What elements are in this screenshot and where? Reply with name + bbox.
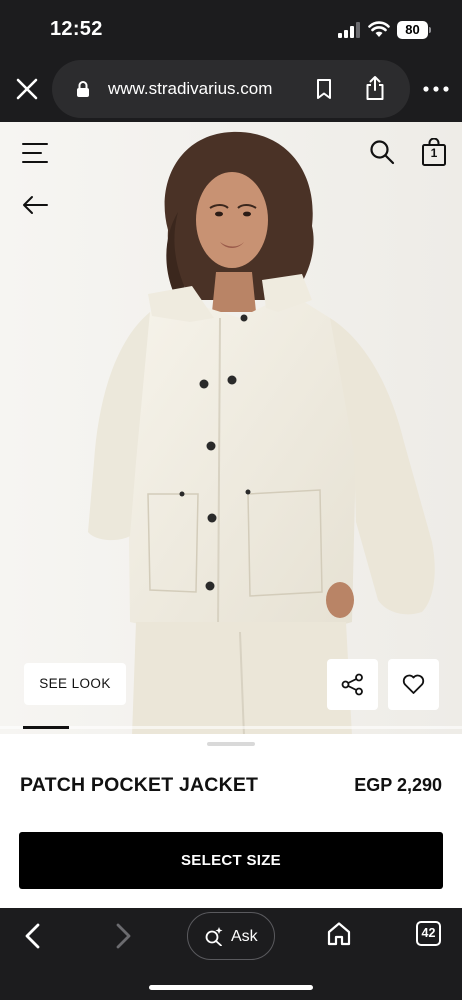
battery-level: 80 — [397, 21, 428, 39]
chevron-left-icon[interactable] — [22, 922, 44, 950]
more-icon[interactable] — [422, 82, 450, 96]
back-arrow-icon[interactable] — [22, 195, 48, 215]
ask-button[interactable]: Ask — [187, 912, 275, 960]
status-time: 12:52 — [50, 18, 103, 40]
url-field[interactable]: www.stradivarius.com — [52, 60, 410, 118]
product-page: 1 SEE LOOK PATCH POCKET JACKET EGP 2,290… — [0, 122, 462, 908]
wishlist-button[interactable] — [388, 659, 439, 710]
bag-count: 1 — [430, 146, 438, 160]
select-size-button[interactable]: SELECT SIZE — [19, 832, 443, 889]
lock-icon — [77, 81, 89, 97]
home-indicator — [149, 985, 313, 990]
ask-label: Ask — [231, 928, 258, 945]
product-price: EGP 2,290 — [354, 775, 442, 795]
browser-address-bar: www.stradivarius.com — [0, 58, 462, 122]
close-icon[interactable] — [12, 74, 42, 104]
share-icon[interactable] — [364, 75, 386, 101]
carousel-indicator-active — [23, 726, 69, 729]
url-text: www.stradivarius.com — [108, 79, 273, 98]
menu-icon[interactable] — [22, 142, 48, 164]
status-bar: 12:52 80 — [0, 0, 462, 58]
heart-icon — [402, 674, 425, 694]
product-photo — [0, 122, 462, 736]
see-look-button[interactable]: SEE LOOK — [24, 663, 126, 705]
browser-toolbar: Ask 42 — [0, 908, 462, 1000]
sparkle-search-icon — [205, 927, 223, 946]
product-info-sheet: PATCH POCKET JACKET EGP 2,290 SELECT SIZ… — [0, 734, 462, 908]
sheet-handle[interactable] — [207, 742, 255, 746]
battery-icon: 80 — [397, 21, 431, 39]
product-name: PATCH POCKET JACKET — [20, 774, 259, 796]
share-icon — [341, 673, 363, 696]
product-image-gallery[interactable]: 1 SEE LOOK — [0, 122, 462, 736]
signal-icon — [338, 22, 360, 38]
shopping-bag-icon[interactable]: 1 — [421, 138, 447, 166]
home-icon[interactable] — [326, 921, 352, 947]
bookmark-icon[interactable] — [314, 78, 334, 100]
wifi-icon — [368, 21, 390, 37]
carousel-track — [0, 726, 462, 729]
search-icon[interactable] — [369, 139, 395, 165]
chevron-right-icon[interactable] — [112, 922, 134, 950]
tabs-icon[interactable]: 42 — [416, 921, 441, 946]
share-button[interactable] — [327, 659, 378, 710]
